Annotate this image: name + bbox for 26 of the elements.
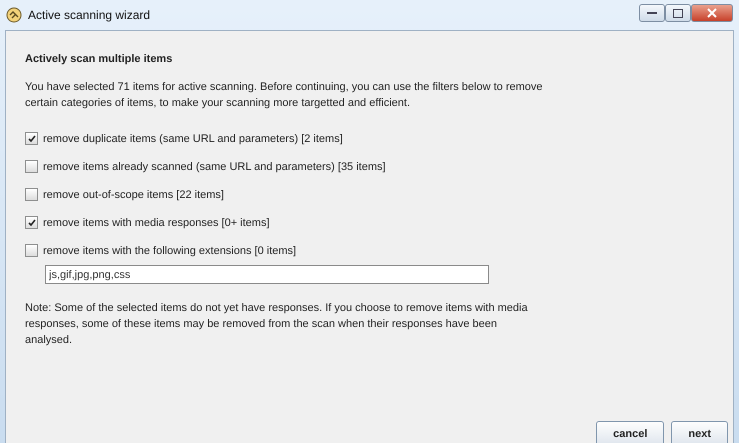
intro-text: You have selected 71 items for active scanning. Before continuing, you can use the filters below to remove certain categories of items, to make your scanning more targetted and efficient. [25, 80, 544, 111]
checkbox-label: remove out-of-scope items [22 items] [43, 188, 224, 200]
minimize-button[interactable] [639, 4, 665, 22]
checkbox[interactable] [25, 160, 38, 173]
close-icon [707, 8, 717, 18]
note-text: Note: Some of the selected items do not yet have responses. If you choose to remove items with media responses, some of these items may be removed from the scan when their responses have been analysed. [25, 301, 529, 348]
extensions-field[interactable]: js,gif,jpg,png,css [45, 265, 489, 284]
checkbox[interactable] [25, 216, 38, 229]
checkmark-icon [28, 134, 36, 142]
app-icon [6, 7, 22, 23]
maximize-button[interactable] [665, 4, 691, 22]
checkbox-label: remove items with media responses [0+ items] [43, 216, 270, 228]
checkbox[interactable] [25, 132, 38, 145]
checkbox-label: remove items already scanned (same URL and parameters) [35 items] [43, 160, 386, 172]
window-title: Active scanning wizard [28, 8, 150, 22]
next-button[interactable]: next [671, 421, 728, 443]
checkbox-label: remove items with the following extensions [0 items] [43, 244, 296, 256]
cancel-button[interactable]: cancel [596, 421, 664, 443]
checkbox[interactable] [25, 188, 38, 201]
checkbox[interactable] [25, 244, 38, 257]
maximize-icon [673, 8, 683, 18]
checkmark-icon [28, 218, 36, 226]
close-button[interactable] [691, 4, 733, 22]
checkbox-label: remove duplicate items (same URL and parameters) [2 items] [43, 132, 343, 144]
minimize-icon [647, 11, 657, 15]
wizard-heading: Actively scan multiple items [25, 53, 174, 65]
